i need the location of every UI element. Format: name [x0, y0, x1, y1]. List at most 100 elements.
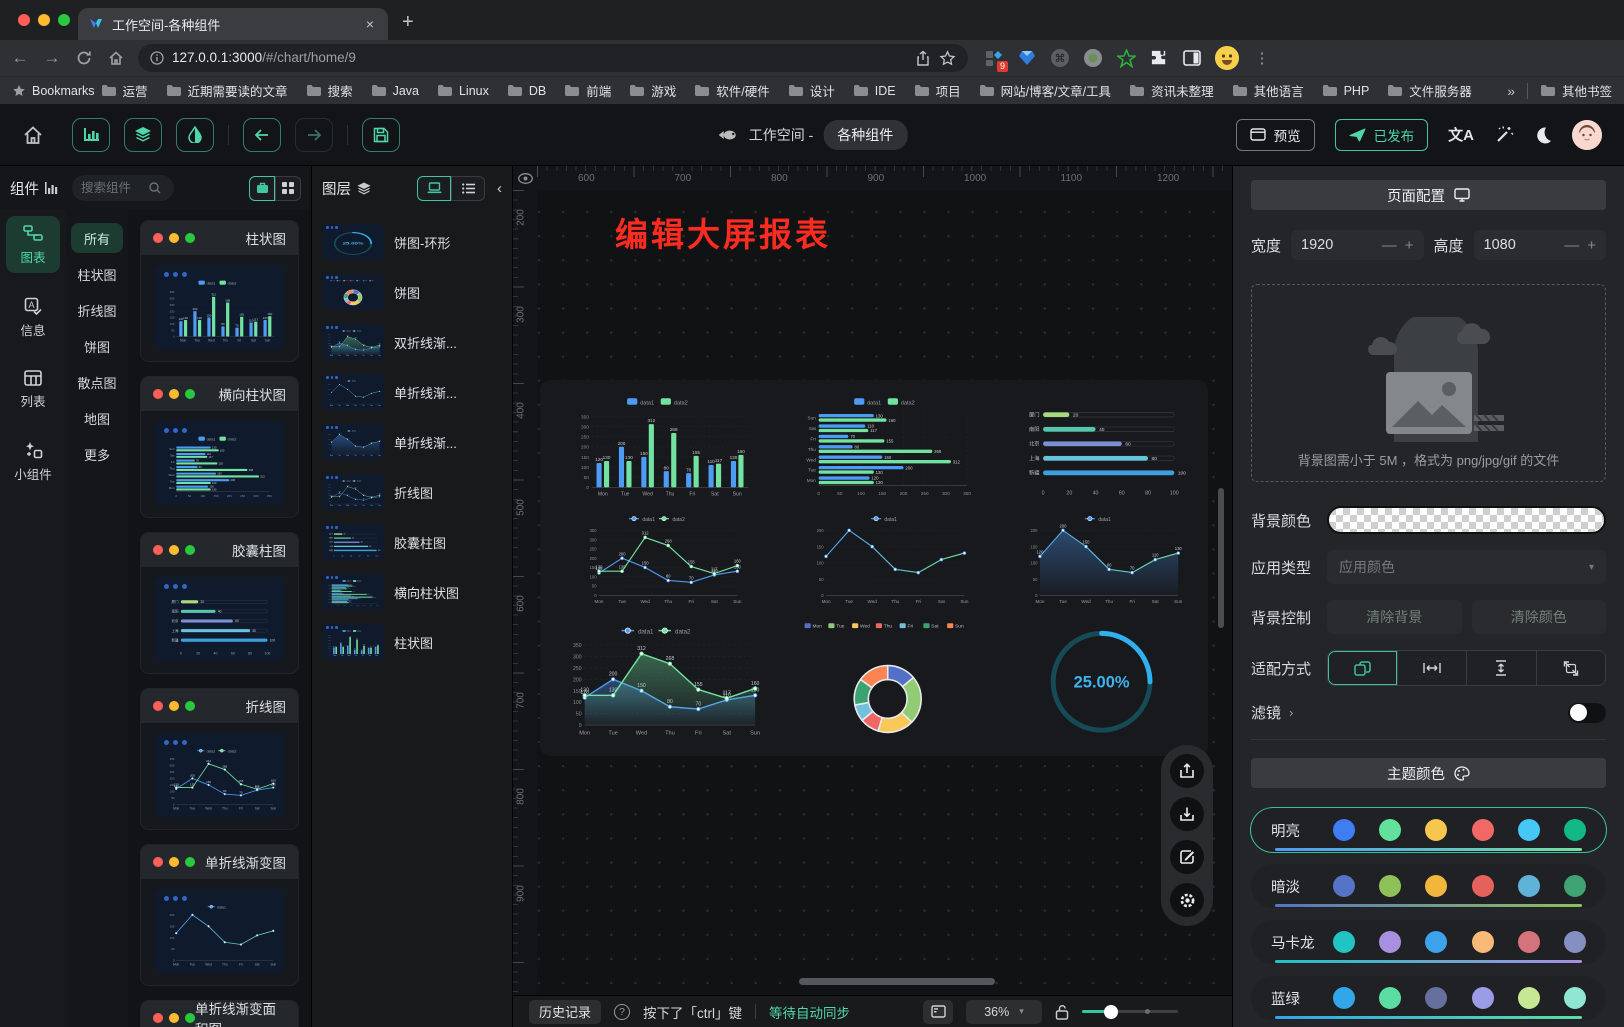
- category-4[interactable]: 散点图: [71, 367, 123, 397]
- layer-item[interactable]: data1data2050100150200250300350MonTueWed…: [322, 624, 502, 660]
- command-extension-icon[interactable]: ⌘: [1050, 48, 1070, 68]
- theme-row-1[interactable]: 暗淡: [1251, 864, 1606, 908]
- filter-toggle[interactable]: [1568, 703, 1606, 723]
- category-all[interactable]: 所有: [71, 223, 123, 253]
- sidebar-item-chart[interactable]: 图表: [6, 216, 60, 273]
- component-card[interactable]: 柱状图data1data2050100150200250300350MonTue…: [140, 220, 299, 362]
- canvas-chart-donut[interactable]: MonTueWedThuFriSatSun: [779, 618, 996, 750]
- home-icon[interactable]: [106, 49, 126, 67]
- new-tab-button[interactable]: +: [402, 12, 414, 32]
- theme-color-header[interactable]: 主题颜色: [1251, 758, 1606, 788]
- publish-button[interactable]: 已发布: [1335, 119, 1429, 151]
- dashboard-preview[interactable]: data1data2050100150200250300350MonTueWed…: [540, 380, 1208, 756]
- height-stepper[interactable]: 1080 — +: [1474, 230, 1606, 260]
- clear-color-button[interactable]: 清除颜色: [1472, 600, 1607, 634]
- reload-icon[interactable]: [74, 49, 94, 67]
- bookmarks-overflow-button[interactable]: »: [1507, 83, 1515, 99]
- gem-extension-icon[interactable]: [1017, 48, 1037, 68]
- tab-close-icon[interactable]: ×: [362, 16, 378, 32]
- layer-item[interactable]: 厦门20南阳40北京60上海80新疆100020406080100胶囊柱图: [322, 524, 502, 560]
- sidebar-item-table[interactable]: 列表: [6, 362, 60, 417]
- component-card[interactable]: 单折线渐变面积图data1050100150200MonTueWedThuFri…: [140, 1000, 299, 1027]
- component-card[interactable]: 折线图data1data2050100150200250300350MonTue…: [140, 688, 299, 830]
- help-icon[interactable]: ?: [614, 1004, 630, 1020]
- canvas-chart-line-double[interactable]: data1data2050100150200250300350MonTueWed…: [558, 512, 763, 612]
- category-6[interactable]: 更多: [71, 439, 123, 469]
- browser-tab[interactable]: 工作空间-各种组件 ×: [78, 8, 388, 40]
- bookmark-star-icon[interactable]: [939, 50, 956, 67]
- tab-group-extension-icon[interactable]: 9: [984, 48, 1004, 68]
- other-bookmarks-folder[interactable]: 其他书签: [1540, 81, 1612, 100]
- maximize-window-icon[interactable]: [58, 14, 70, 26]
- height-value[interactable]: 1080: [1484, 237, 1557, 253]
- category-2[interactable]: 折线图: [71, 295, 123, 325]
- app-type-select[interactable]: 应用颜色▾: [1327, 550, 1606, 584]
- bookmark-folder[interactable]: IDE: [853, 84, 896, 98]
- bookmark-folder[interactable]: 运营: [101, 81, 148, 100]
- component-card[interactable]: 胶囊柱图厦门20南阳40北京60上海80新疆100020406080100: [140, 532, 299, 674]
- dark-mode-moon-icon[interactable]: [1534, 126, 1552, 144]
- layer-thumbnail-toggle[interactable]: [417, 176, 451, 201]
- canvas-chart-capsule[interactable]: 厦门20南阳40北京60上海80新疆100020406080100: [1013, 394, 1190, 506]
- green-star-extension-icon[interactable]: [1116, 48, 1136, 68]
- save-button[interactable]: [362, 118, 400, 152]
- bookmark-folder[interactable]: 资讯未整理: [1129, 81, 1214, 100]
- drawer-toggle-button[interactable]: [923, 1000, 953, 1024]
- category-3[interactable]: 饼图: [71, 331, 123, 361]
- url-bar[interactable]: 127.0.0.1:3000/#/chart/home/9: [138, 44, 968, 72]
- width-minus-button[interactable]: —: [1382, 237, 1397, 254]
- bookmark-folder[interactable]: 软件/硬件: [694, 81, 769, 100]
- magic-wand-icon[interactable]: [1494, 125, 1514, 145]
- theme-row-3[interactable]: 蓝绿: [1251, 976, 1606, 1020]
- fit-width-button[interactable]: [1397, 651, 1467, 685]
- user-avatar[interactable]: [1572, 120, 1602, 150]
- width-stepper[interactable]: 1920 — +: [1291, 230, 1423, 260]
- canvas-chart-bar-grouped[interactable]: data1data2050100150200250300350MonTueWed…: [558, 394, 763, 506]
- profile-avatar[interactable]: [1215, 46, 1239, 70]
- view-single-toggle[interactable]: [249, 176, 275, 201]
- close-window-icon[interactable]: [18, 14, 30, 26]
- canvas-chart-ring-progress[interactable]: 25.00%: [1013, 618, 1190, 750]
- app-home-icon[interactable]: [22, 125, 44, 145]
- redo-button[interactable]: [295, 118, 333, 152]
- export-button[interactable]: [1170, 754, 1204, 788]
- width-value[interactable]: 1920: [1301, 237, 1374, 253]
- ruler-corner[interactable]: [513, 166, 537, 190]
- import-button[interactable]: [1170, 797, 1204, 831]
- bookmark-folder[interactable]: Linux: [437, 84, 489, 98]
- undo-button[interactable]: [243, 118, 281, 152]
- height-minus-button[interactable]: —: [1564, 237, 1579, 254]
- page-config-header[interactable]: 页面配置: [1251, 180, 1606, 210]
- forward-icon[interactable]: →: [42, 48, 62, 68]
- preview-button[interactable]: 预览: [1236, 119, 1315, 151]
- canvas-viewport[interactable]: 编辑大屏报表 data1data2050100150200250300350Mo…: [537, 190, 1232, 995]
- bookmark-folder[interactable]: 近期需要读的文章: [166, 81, 288, 100]
- canvas-horizontal-scrollbar[interactable]: [799, 978, 995, 985]
- fit-auto-button[interactable]: [1328, 651, 1397, 685]
- bookmark-folder[interactable]: 网站/博客/文章/工具: [979, 81, 1111, 100]
- bookmark-folder[interactable]: 项目: [914, 81, 961, 100]
- bookmark-folder[interactable]: 游戏: [629, 81, 676, 100]
- component-card[interactable]: 横向柱状图data1data2050100150200250300350MonT…: [140, 376, 299, 518]
- settings-gear-icon[interactable]: [1170, 883, 1204, 917]
- canvas-chart-area-double[interactable]: data1data2050100150200250300350MonTueWed…: [558, 618, 763, 750]
- height-plus-button[interactable]: +: [1587, 237, 1596, 254]
- layer-item[interactable]: 25.00%饼图-环形: [322, 224, 502, 260]
- extensions-puzzle-icon[interactable]: [1149, 48, 1169, 68]
- collapse-layers-icon[interactable]: ‹: [497, 180, 502, 197]
- zoom-slider[interactable]: [1082, 1005, 1178, 1019]
- language-toggle-icon[interactable]: 文A: [1448, 124, 1474, 145]
- canvas-chart-line-gradient[interactable]: data1050100150200MonTueWedThuFriSatSun: [779, 512, 996, 612]
- lock-icon[interactable]: [1055, 1004, 1069, 1020]
- layer-list-toggle[interactable]: [451, 176, 485, 201]
- canvas-chart-hbar-grouped[interactable]: data1data2050100150200250300350MonTueWed…: [779, 394, 996, 506]
- view-grid-toggle[interactable]: [275, 176, 301, 201]
- layer-item[interactable]: data1050100150200MonTueWedThuFriSatSun单折…: [322, 374, 502, 410]
- fit-stretch-button[interactable]: [1536, 651, 1606, 685]
- bookmark-folder[interactable]: 前端: [564, 81, 611, 100]
- canvas-vertical-scrollbar[interactable]: [1218, 488, 1224, 628]
- search-input[interactable]: [81, 181, 145, 195]
- width-plus-button[interactable]: +: [1405, 237, 1414, 254]
- bookmark-folder[interactable]: 设计: [788, 81, 835, 100]
- layer-item[interactable]: data1050100150200MonTueWedThuFriSatSun12…: [322, 424, 502, 460]
